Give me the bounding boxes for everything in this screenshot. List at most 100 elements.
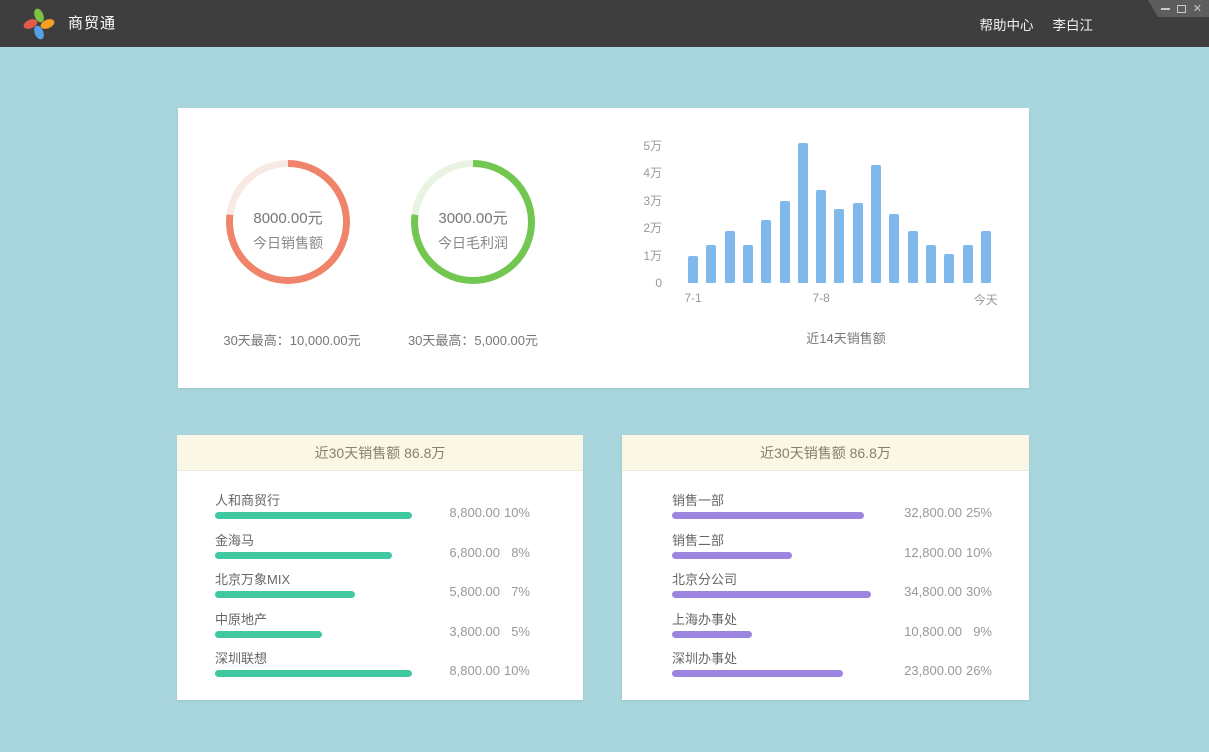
rank-row: 人和商贸行 8,800.0010% xyxy=(177,489,583,529)
x-tick-label: 7-8 xyxy=(812,291,829,305)
rank-row: 深圳办事处 23,800.0026% xyxy=(622,647,1029,687)
rank-row-percent: 9% xyxy=(962,624,992,639)
rank-row-amount: 12,800.00 xyxy=(882,545,962,560)
today-profit-value: 3000.00元 xyxy=(411,207,535,228)
rank-row-label: 中原地产 xyxy=(215,609,267,628)
help-center-link[interactable]: 帮助中心 xyxy=(980,14,1034,34)
rank-row-label: 深圳联想 xyxy=(215,648,267,667)
rank-row: 销售一部 32,800.0025% xyxy=(622,489,1029,529)
rank-row-amount: 8,800.00 xyxy=(420,663,500,678)
y-tick-label: 5万 xyxy=(643,139,662,153)
sales-bar xyxy=(853,203,863,283)
rank-row-bar xyxy=(215,591,355,598)
sales-bar xyxy=(688,256,698,284)
rank-row: 北京万象MIX 5,800.007% xyxy=(177,568,583,608)
minimize-icon[interactable] xyxy=(1161,8,1170,10)
department-rank-title: 近30天销售额 86.8万 xyxy=(622,435,1029,471)
rank-row-label: 深圳办事处 xyxy=(672,648,737,667)
sales-bar xyxy=(926,245,936,284)
sales-bar xyxy=(981,231,991,283)
y-tick-label: 0 xyxy=(655,276,662,290)
rank-row: 深圳联想 8,800.0010% xyxy=(177,647,583,687)
rank-row-label: 销售二部 xyxy=(672,530,724,549)
department-rank-rows: 销售一部 32,800.0025% 销售二部 12,800.0010% 北京分公司 34,… xyxy=(622,471,1029,687)
rank-row-percent: 10% xyxy=(500,663,530,678)
profit-30day-max: 30天最高：5,000.00元 xyxy=(348,330,598,349)
customer-rank-title: 近30天销售额 86.8万 xyxy=(177,435,583,471)
rank-row-label: 金海马 xyxy=(215,530,254,549)
sales-bar xyxy=(871,165,881,283)
rank-row-bar xyxy=(215,552,392,559)
rank-row-percent: 10% xyxy=(962,545,992,560)
sales-bar xyxy=(725,231,735,283)
rank-row-values: 5,800.007% xyxy=(420,584,530,599)
sales-bar xyxy=(908,231,918,283)
rank-row-percent: 5% xyxy=(500,624,530,639)
y-tick-label: 4万 xyxy=(643,166,662,180)
maximize-icon[interactable] xyxy=(1177,5,1186,13)
rank-row-percent: 10% xyxy=(500,505,530,520)
bar-plot xyxy=(688,128,1008,283)
sales-bar xyxy=(834,209,844,283)
rank-row-values: 34,800.0030% xyxy=(882,584,992,599)
sales-bar xyxy=(889,214,899,283)
app-logo-pinwheel-icon xyxy=(23,8,55,40)
x-tick-label: 今天 xyxy=(974,291,998,308)
today-profit-caption: 今日毛利润 xyxy=(411,233,535,253)
bar-chart-y-axis: 5万4万3万2万1万0 xyxy=(636,128,688,283)
username-menu[interactable]: 李白江 xyxy=(1053,14,1094,34)
sales-bar xyxy=(780,201,790,284)
rank-row-values: 23,800.0026% xyxy=(882,663,992,678)
rank-row-bar xyxy=(672,670,843,677)
rank-row-amount: 34,800.00 xyxy=(882,584,962,599)
rank-row-label: 北京万象MIX xyxy=(215,569,290,588)
rank-row-label: 人和商贸行 xyxy=(215,490,280,509)
rank-row-bar xyxy=(672,591,871,598)
sales-bar xyxy=(706,245,716,284)
rank-row-values: 6,800.008% xyxy=(420,545,530,560)
close-icon[interactable]: ✕ xyxy=(1193,4,1202,14)
rank-row-percent: 8% xyxy=(500,545,530,560)
rank-row-amount: 6,800.00 xyxy=(420,545,500,560)
window-controls: ✕ xyxy=(1145,0,1209,17)
today-sales-caption: 今日销售额 xyxy=(226,233,350,253)
department-sales-rank-card: 近30天销售额 86.8万 销售一部 32,800.0025% 销售二部 12,800… xyxy=(622,435,1029,700)
rank-row-label: 上海办事处 xyxy=(672,609,737,628)
rank-row-amount: 32,800.00 xyxy=(882,505,962,520)
rank-row-percent: 26% xyxy=(962,663,992,678)
rank-row-label: 销售一部 xyxy=(672,490,724,509)
rank-row-bar xyxy=(672,552,792,559)
rank-row-amount: 10,800.00 xyxy=(882,624,962,639)
rank-row: 上海办事处 10,800.009% xyxy=(622,608,1029,648)
rank-row-bar xyxy=(672,631,752,638)
today-sales-donut: 8000.00元 今日销售额 xyxy=(226,160,350,284)
today-sales-value: 8000.00元 xyxy=(226,207,350,228)
customer-sales-rank-card: 近30天销售额 86.8万 人和商贸行8,800.0010%金海马6,800.0… xyxy=(177,435,583,700)
sales-bar xyxy=(944,254,954,283)
sales-bar xyxy=(761,220,771,283)
rank-row-values: 10,800.009% xyxy=(882,624,992,639)
rank-row-percent: 30% xyxy=(962,584,992,599)
y-tick-label: 1万 xyxy=(643,249,662,263)
rank-row-bar xyxy=(215,512,412,519)
bar-chart-caption: 近14天销售额 xyxy=(636,328,1056,347)
rank-row-values: 32,800.0025% xyxy=(882,505,992,520)
rank-row-percent: 7% xyxy=(500,584,530,599)
rank-row: 北京分公司 34,800.0030% xyxy=(622,568,1029,608)
rank-row-amount: 8,800.00 xyxy=(420,505,500,520)
y-tick-label: 2万 xyxy=(643,221,662,235)
rank-row-bar xyxy=(672,512,864,519)
rank-row-label: 北京分公司 xyxy=(672,569,737,588)
customer-rank-rows: 人和商贸行8,800.0010%金海马6,800.008%北京万象MIX5,80… xyxy=(177,471,583,687)
rank-row-values: 8,800.0010% xyxy=(420,663,530,678)
rank-row: 销售二部 12,800.0010% xyxy=(622,529,1029,569)
rank-row-bar xyxy=(215,670,412,677)
y-tick-label: 3万 xyxy=(643,194,662,208)
rank-row: 中原地产 3,800.005% xyxy=(177,608,583,648)
rank-row-amount: 5,800.00 xyxy=(420,584,500,599)
overview-card: 8000.00元 今日销售额 3000.00元 今日毛利润 30天最高：10,0… xyxy=(178,108,1029,388)
rank-row-amount: 3,800.00 xyxy=(420,624,500,639)
sales-14day-bar-chart: 5万4万3万2万1万0 7-17-8今天 xyxy=(636,128,1008,283)
today-profit-donut: 3000.00元 今日毛利润 xyxy=(411,160,535,284)
rank-row-percent: 25% xyxy=(962,505,992,520)
